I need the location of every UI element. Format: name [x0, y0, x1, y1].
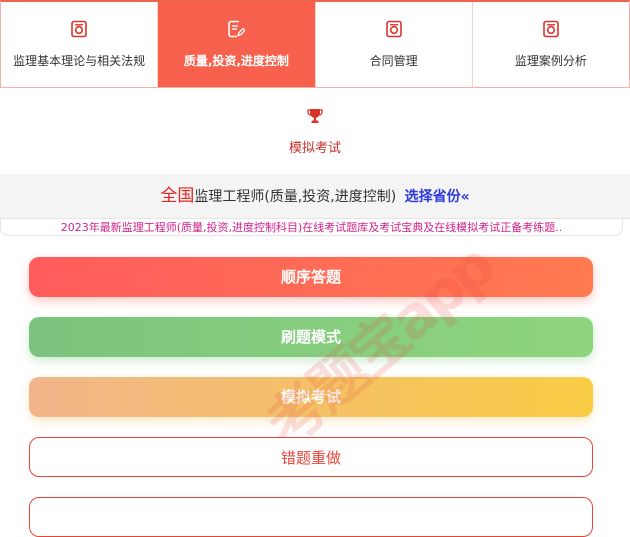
- tab-regulations[interactable]: 监理基本理论与相关法规: [1, 2, 159, 87]
- tab-label: 质量,投资,进度控制: [183, 54, 289, 68]
- edit-document-icon: [228, 20, 246, 38]
- tab-case-analysis[interactable]: 监理案例分析: [473, 2, 629, 87]
- practice-mode-button[interactable]: 刷题模式: [29, 317, 593, 357]
- trophy-icon: [307, 108, 323, 123]
- mock-exam-button[interactable]: 模拟考试: [29, 377, 593, 417]
- region-bar: 全国监理工程师(质量,投资,进度控制) 选择省份«: [0, 174, 630, 219]
- region-scope: 全国: [160, 186, 195, 206]
- subject-tab-bar: 监理基本理论与相关法规 质量,投资,进度控制 合同管理 监理案例分析: [0, 0, 630, 88]
- exam-paper-icon: [543, 20, 559, 38]
- exam-paper-icon: [385, 20, 402, 38]
- exam-paper-icon: [71, 20, 87, 38]
- exam-title: 监理工程师(质量,投资,进度控制): [194, 189, 397, 205]
- tab-quality-cost-schedule[interactable]: 质量,投资,进度控制: [158, 2, 316, 87]
- exam-description: 2023年最新监理工程师(质量,投资,进度控制科目)在线考试题库及考试宝典及在线…: [0, 218, 623, 236]
- tab-label: 监理案例分析: [514, 54, 587, 68]
- tab-label: 监理基本理论与相关法规: [13, 54, 146, 68]
- tab-mock-exam[interactable]: 模拟考试: [0, 88, 630, 175]
- sequential-answer-button[interactable]: 顺序答题: [29, 257, 593, 297]
- tab-contract-management[interactable]: 合同管理: [316, 2, 473, 87]
- select-province-link[interactable]: 选择省份«: [405, 189, 470, 205]
- more-options-button[interactable]: [29, 497, 593, 537]
- redo-wrong-questions-button[interactable]: 错题重做: [29, 437, 593, 477]
- tab-label: 模拟考试: [288, 140, 341, 156]
- tab-label: 合同管理: [369, 54, 418, 68]
